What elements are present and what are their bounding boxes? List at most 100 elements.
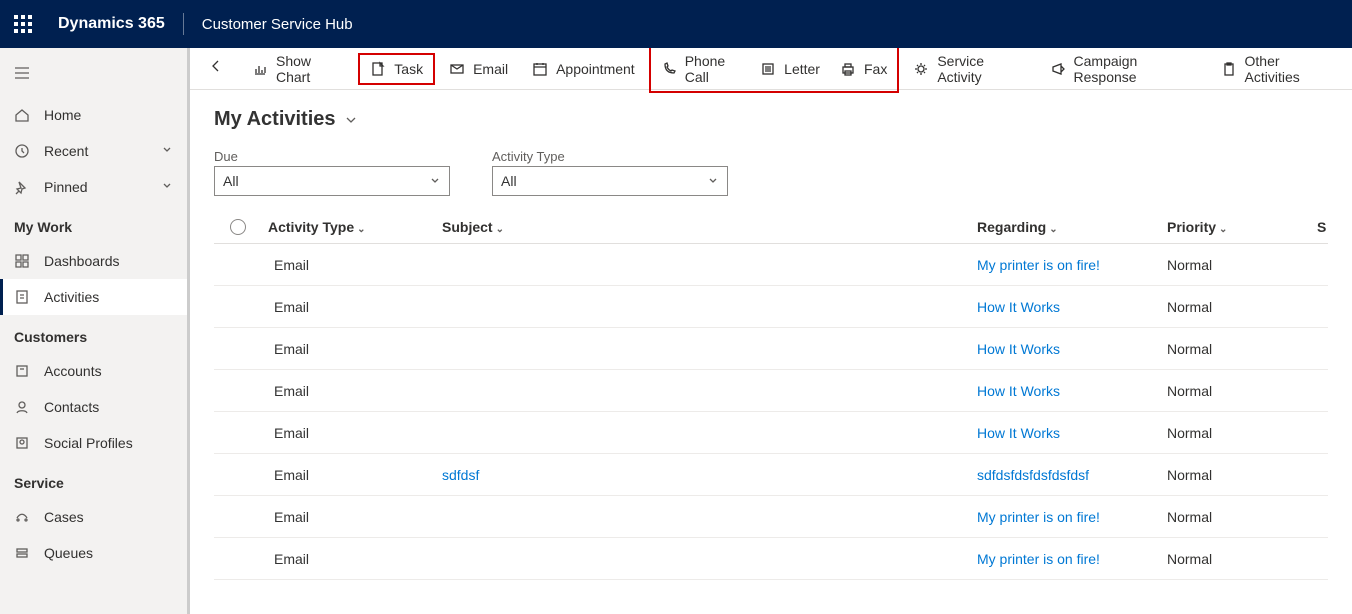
col-header-regarding[interactable]: Regarding⌄ [977,219,1167,235]
sidebar-item-dashboards[interactable]: Dashboards [0,243,187,279]
cmd-label: Fax [864,61,887,77]
social-icon [14,435,30,451]
clipboard-icon [1221,61,1237,77]
col-header-priority[interactable]: Priority⌄ [1167,219,1317,235]
cmd-appointment[interactable]: Appointment [522,55,645,83]
filter-due-value: All [223,173,239,189]
filter-type-select[interactable]: All [492,166,728,196]
cell-regarding[interactable]: How It Works [977,341,1167,357]
filter-due-select[interactable]: All [214,166,450,196]
cell-activitytype: Email [262,551,442,567]
sidebar-item-queues[interactable]: Queues [0,535,187,571]
chevron-down-icon [429,175,441,187]
cmd-other-activities[interactable]: Other Activities [1211,48,1342,91]
cell-priority: Normal [1167,257,1317,273]
cmd-label: Email [473,61,508,77]
service-icon [913,61,929,77]
sidebar-item-label: Dashboards [44,253,120,269]
sidebar-item-home[interactable]: Home [0,97,187,133]
col-header-activitytype[interactable]: Activity Type⌄ [262,219,442,235]
col-header-extra[interactable]: S [1317,219,1328,235]
sidebar-item-label: Accounts [44,363,102,379]
phone-icon [661,61,677,77]
table-row[interactable]: EmailsdfdsfsdfdsfdsfdsfdsfdsfNormal [214,454,1328,496]
cmd-task[interactable]: Task [358,53,435,85]
cell-regarding[interactable]: sdfdsfdsfdsfdsfdsf [977,467,1167,483]
sidebar-item-contacts[interactable]: Contacts [0,389,187,425]
cmd-label: Phone Call [685,53,740,85]
cell-priority: Normal [1167,383,1317,399]
table-row[interactable]: EmailHow It WorksNormal [214,412,1328,454]
table-row[interactable]: EmailHow It WorksNormal [214,328,1328,370]
table-row[interactable]: EmailHow It WorksNormal [214,370,1328,412]
filter-type-value: All [501,173,517,189]
cmd-fax[interactable]: Fax [830,48,897,91]
cell-regarding[interactable]: My printer is on fire! [977,551,1167,567]
back-button[interactable] [200,52,232,85]
table-row[interactable]: EmailMy printer is on fire!Normal [214,244,1328,286]
table-row[interactable]: EmailHow It WorksNormal [214,286,1328,328]
sidebar-item-label: Contacts [44,399,99,415]
cmd-letter[interactable]: Letter [750,48,830,91]
brand-label: Dynamics 365 [58,15,165,33]
grid-header: Activity Type⌄ Subject⌄ Regarding⌄ Prior… [214,210,1328,244]
pin-icon [14,179,30,195]
chevron-down-icon [161,179,173,195]
table-row[interactable]: EmailMy printer is on fire!Normal [214,496,1328,538]
cell-regarding[interactable]: How It Works [977,425,1167,441]
cell-subject[interactable]: sdfdsf [442,467,977,483]
app-launcher-icon[interactable] [14,15,32,33]
sidebar-item-activities[interactable]: Activities [0,279,187,315]
task-icon [370,61,386,77]
cell-priority: Normal [1167,509,1317,525]
global-header: Dynamics 365 Customer Service Hub [0,0,1352,48]
sidebar-item-cases[interactable]: Cases [0,499,187,535]
cmd-group-highlight: Phone Call Letter Fax [649,48,900,93]
sidebar-item-label: Queues [44,545,93,561]
cell-regarding[interactable]: How It Works [977,383,1167,399]
cell-regarding[interactable]: My printer is on fire! [977,509,1167,525]
cell-regarding[interactable]: My printer is on fire! [977,257,1167,273]
chevron-down-icon [344,113,358,127]
cmd-service-activity[interactable]: Service Activity [903,48,1035,91]
sidebar-item-label: Home [44,107,81,123]
cmd-phone-call[interactable]: Phone Call [651,48,750,91]
app-name-label: Customer Service Hub [202,16,353,33]
cmd-show-chart[interactable]: Show Chart [242,48,354,91]
radio-circle-icon [230,219,246,235]
cmd-label: Show Chart [276,53,344,85]
campaign-icon [1050,61,1066,77]
main-area: Show Chart Task Email Appointment Phone … [190,48,1352,614]
sidebar-item-accounts[interactable]: Accounts [0,353,187,389]
clock-icon [14,143,30,159]
chevron-down-icon [161,143,173,159]
table-row[interactable]: EmailMy printer is on fire!Normal [214,538,1328,580]
filter-due: Due All [214,149,450,196]
sidebar-toggle[interactable] [0,60,187,97]
sidebar-item-label: Pinned [44,179,88,195]
back-arrow-icon [208,58,224,74]
sidebar-item-pinned[interactable]: Pinned [0,169,187,205]
cell-priority: Normal [1167,341,1317,357]
cmd-campaign-response[interactable]: Campaign Response [1040,48,1207,91]
cmd-email[interactable]: Email [439,55,518,83]
col-header-subject[interactable]: Subject⌄ [442,219,977,235]
grid-body: EmailMy printer is on fire!NormalEmailHo… [214,244,1328,580]
sidebar-heading-service: Service [0,461,187,499]
content-area: My Activities Due All Activity Type All [190,90,1352,614]
header-divider [183,13,184,35]
chart-icon [252,61,268,77]
view-selector[interactable]: My Activities [214,108,1328,131]
activities-icon [14,289,30,305]
letter-icon [760,61,776,77]
chevron-down-icon: ⌄ [357,224,365,235]
select-all[interactable] [214,219,262,235]
sidebar-item-social-profiles[interactable]: Social Profiles [0,425,187,461]
chevron-down-icon: ⌄ [496,224,504,235]
sidebar-item-label: Recent [44,143,88,159]
cell-activitytype: Email [262,299,442,315]
command-bar: Show Chart Task Email Appointment Phone … [190,48,1352,90]
sidebar-item-label: Activities [44,289,99,305]
cell-regarding[interactable]: How It Works [977,299,1167,315]
sidebar-item-recent[interactable]: Recent [0,133,187,169]
